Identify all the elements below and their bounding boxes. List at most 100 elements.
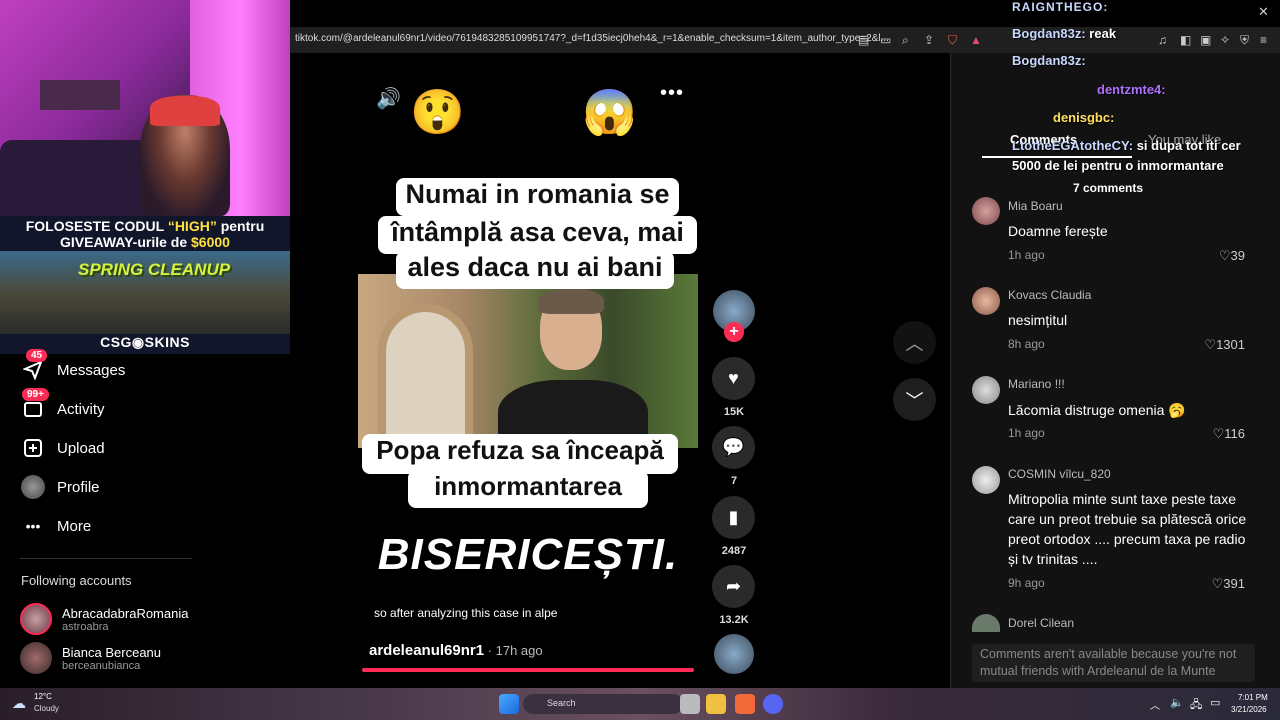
comment-like-button[interactable]: ♡116 [1200, 426, 1245, 442]
comment-button[interactable]: 💬 [712, 426, 755, 469]
sponsor-banner: FOLOSESTE CODUL “HIGH” pentru GIVEAWAY-u… [0, 216, 290, 354]
more-options-icon[interactable]: ••• [660, 82, 684, 105]
share-button[interactable]: ➦ [712, 565, 755, 608]
sound-disc[interactable] [714, 634, 754, 674]
network-icon[interactable]: 🖧 [1190, 696, 1202, 715]
close-icon[interactable]: ✕ [1258, 4, 1269, 20]
taskbar-search[interactable]: Search [523, 694, 683, 714]
video-caption-line: Numai in romania se [396, 178, 679, 216]
account-name: Bianca Berceanu [62, 644, 162, 660]
weather-description[interactable]: Cloudy [34, 704, 59, 713]
video-caption-line: inmormantarea [408, 470, 648, 508]
comment-count: 7 [730, 475, 738, 487]
comment-icon: 💬 [722, 437, 745, 457]
sidebar-item-activity[interactable]: 99+ Activity [20, 388, 105, 424]
url-text[interactable]: tiktok.com/@ardeleanul69nr1/video/761948… [295, 33, 889, 44]
volume-icon[interactable]: 🔊 [376, 86, 401, 111]
follow-button[interactable]: + [724, 322, 744, 342]
bookmark-icon: ▮ [728, 507, 739, 527]
file-icon[interactable] [680, 694, 700, 714]
messages-badge: 45 [26, 349, 48, 362]
sidebar-item-label: Activity [57, 400, 105, 418]
video-progress-bar[interactable] [362, 668, 694, 672]
comment-text: Lăcomia distruge omenia 🥱 [1008, 402, 1186, 418]
like-button[interactable]: ♥ [712, 357, 755, 400]
next-video-button[interactable]: ﹀ [893, 378, 936, 421]
avatar-icon [20, 474, 46, 500]
video-frame [358, 274, 698, 448]
comments-count-label: 7 comments [1073, 181, 1144, 195]
video-caption-line: Popa refuza sa înceapă [362, 434, 678, 474]
chevron-down-icon: ﹀ [905, 390, 924, 411]
following-account[interactable]: AbracadabraRomania astroabra [20, 603, 188, 635]
ellipsis-icon: ••• [25, 518, 41, 534]
comment-time: 1h ago [1008, 248, 1045, 262]
screenshot-icon[interactable]: ▭ [880, 33, 891, 47]
battery-icon[interactable]: ▭ [1210, 696, 1220, 709]
avatar[interactable] [972, 197, 1000, 225]
chevron-up-icon[interactable]: ︿ [1150, 697, 1160, 712]
speaker-icon[interactable]: 🔈 [1170, 696, 1184, 709]
brave-icon[interactable] [735, 694, 755, 714]
plus-square-icon [20, 435, 46, 461]
sidebar-item-label: Messages [57, 361, 126, 379]
avatar[interactable] [972, 376, 1000, 404]
wallet-icon[interactable]: ▣ [1200, 33, 1211, 47]
chat-message: dentzmte4: [1097, 82, 1166, 97]
comment-author[interactable]: Mariano !!! [1008, 377, 1065, 391]
comment-author[interactable]: COSMIN vîlcu_820 [1008, 467, 1111, 481]
share-arrow-icon: ➦ [725, 576, 742, 596]
previous-video-button[interactable]: ︿ [893, 321, 936, 364]
promo-line-2: GIVEAWAY-urile de $6000 [60, 234, 230, 250]
comments-unavailable-notice: Comments aren't available because you're… [972, 644, 1255, 682]
avatar [20, 642, 52, 674]
leo-icon[interactable]: ✧ [1220, 33, 1230, 47]
music-icon[interactable]: ♫ [1158, 33, 1167, 47]
reader-icon[interactable]: ▤ [858, 33, 869, 47]
clock-date[interactable]: 3/21/2026 [1231, 705, 1267, 714]
sidebar-item-messages[interactable]: 45 Messages [20, 349, 126, 385]
sidebar-item-upload[interactable]: Upload [20, 433, 105, 463]
cloud-icon[interactable]: ☁ [12, 695, 26, 712]
avatar [20, 603, 52, 635]
paper-plane-icon: 45 [20, 349, 48, 383]
comment-author[interactable]: Kovacs Claudia [1008, 288, 1091, 302]
heart-outline-icon: ♡ [1218, 248, 1231, 263]
rewards-icon[interactable]: ▲ [970, 33, 982, 47]
video-caption-line: întâmplă asa ceva, mai [378, 216, 697, 254]
sidebar-item-profile[interactable]: Profile [20, 472, 100, 502]
comment-author[interactable]: Mia Boaru [1008, 199, 1063, 213]
weather-temperature[interactable]: 12°C [34, 692, 52, 701]
windows-start-icon[interactable] [499, 694, 519, 714]
comment-like-button[interactable]: ♡39 [1200, 248, 1245, 264]
comment-time: 8h ago [1008, 337, 1045, 351]
following-account[interactable]: Bianca Berceanu berceanubianca [20, 642, 161, 674]
promo-event-title: SPRING CLEANUP [78, 260, 231, 279]
account-handle: berceanubianca [62, 659, 141, 672]
sidebar-item-more[interactable]: ••• More [20, 511, 92, 541]
comment-author[interactable]: Dorel Cilean [1008, 616, 1074, 630]
video-subtitle: so after analyzing this case in alpe [374, 606, 558, 620]
folder-icon[interactable] [706, 694, 726, 714]
chevron-up-icon: ︿ [905, 333, 924, 354]
avatar[interactable] [972, 466, 1000, 494]
video-author[interactable]: ardeleanul69nr1 · 17h ago [369, 642, 543, 659]
sidebar-icon[interactable]: ◧ [1180, 33, 1191, 47]
avatar[interactable] [972, 287, 1000, 315]
sidebar-item-label: Profile [57, 478, 100, 496]
share-count: 13.2K [719, 614, 749, 626]
comment-like-button[interactable]: ♡1301 [1200, 337, 1245, 353]
discord-icon[interactable] [763, 694, 783, 714]
comment-like-button[interactable]: ♡391 [1200, 576, 1245, 592]
clock-time[interactable]: 7:01 PM [1238, 693, 1268, 702]
brave-shield-icon[interactable]: ⛉ [948, 33, 957, 48]
share-icon[interactable]: ⇪ [924, 33, 934, 47]
menu-icon[interactable]: ≡ [1260, 33, 1267, 47]
vpn-icon[interactable]: ⛨ [1240, 33, 1249, 48]
sidebar-item-label: Upload [57, 439, 105, 457]
save-button[interactable]: ▮ [712, 496, 755, 539]
account-name: AbracadabraRomania [62, 605, 189, 621]
emoji-astonished: 😲 [410, 88, 465, 137]
zoom-icon[interactable]: ⌕ [902, 33, 909, 48]
video-posted-time: · 17h ago [484, 643, 543, 658]
